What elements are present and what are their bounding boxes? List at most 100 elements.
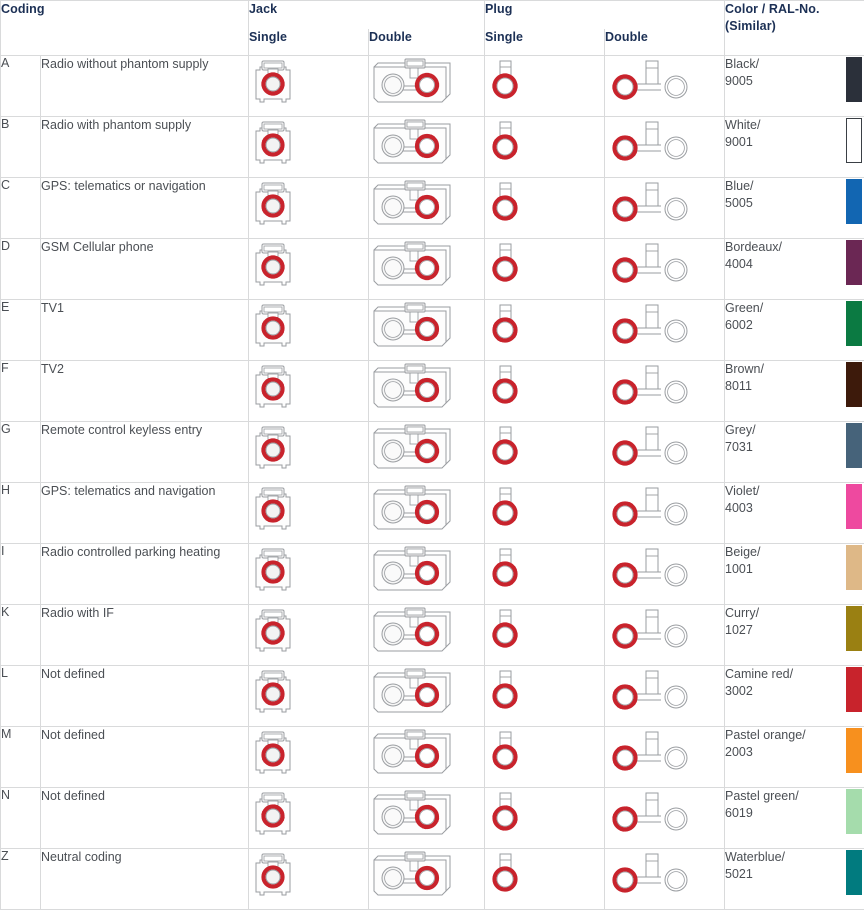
fakra-coding-table: Coding Jack Plug Color / RAL-No. (Simila… bbox=[0, 0, 864, 910]
cell-jack-single bbox=[248, 604, 369, 666]
row-description: Radio with IF bbox=[40, 604, 249, 666]
cell-jack-double bbox=[368, 482, 485, 544]
color-label: Waterblue/ 5021 bbox=[725, 849, 785, 883]
cell-plug-single bbox=[484, 238, 605, 300]
plug-double-connector-icon bbox=[612, 365, 688, 405]
plug-single-connector-icon bbox=[492, 548, 518, 587]
row-code: E bbox=[0, 299, 41, 361]
jack-double-connector-icon bbox=[373, 241, 451, 286]
table-row: G Remote control keyless entry Grey/ 703… bbox=[0, 421, 864, 483]
row-code: A bbox=[0, 55, 41, 117]
jack-double-connector-icon bbox=[373, 485, 451, 530]
plug-double-connector-icon bbox=[612, 487, 688, 527]
color-name: Grey/ bbox=[725, 423, 756, 437]
color-label: Pastel green/ 6019 bbox=[725, 788, 799, 822]
row-description: Radio without phantom supply bbox=[40, 55, 249, 117]
cell-jack-single bbox=[248, 665, 369, 727]
row-code: K bbox=[0, 604, 41, 666]
row-description: TV1 bbox=[40, 299, 249, 361]
plug-double-connector-icon bbox=[612, 609, 688, 649]
cell-color: Beige/ 1001 bbox=[724, 543, 864, 605]
table-row: L Not defined Camine red/ 3002 bbox=[0, 665, 864, 727]
jack-double-connector-icon bbox=[373, 607, 451, 652]
plug-double-connector-icon bbox=[612, 426, 688, 466]
cell-plug-double bbox=[603, 177, 726, 239]
color-ral: 9001 bbox=[725, 134, 753, 149]
color-swatch bbox=[846, 850, 863, 895]
plug-single-connector-icon bbox=[492, 304, 518, 343]
color-ral: 5005 bbox=[725, 195, 753, 210]
cell-jack-single bbox=[248, 726, 369, 788]
row-code: N bbox=[0, 787, 41, 849]
color-name: Brown/ bbox=[725, 362, 764, 376]
color-swatch bbox=[846, 118, 863, 163]
header-color-ral: Color / RAL-No. (Similar) bbox=[724, 0, 864, 56]
color-swatch bbox=[846, 667, 863, 712]
cell-jack-double bbox=[368, 787, 485, 849]
plug-double-connector-icon bbox=[612, 670, 688, 710]
color-ral: 7031 bbox=[725, 439, 753, 454]
jack-single-connector-icon bbox=[255, 60, 291, 103]
color-label: Green/ 6002 bbox=[725, 300, 763, 334]
row-code: L bbox=[0, 665, 41, 727]
color-name: Bordeaux/ bbox=[725, 240, 782, 254]
header-jack-single: Single bbox=[248, 28, 369, 56]
color-swatch bbox=[846, 789, 863, 834]
color-name: White/ bbox=[725, 118, 761, 132]
jack-single-connector-icon bbox=[255, 853, 291, 896]
cell-jack-single bbox=[248, 55, 369, 117]
table-row: A Radio without phantom supply Black/ 90… bbox=[0, 55, 864, 117]
jack-double-connector-icon bbox=[373, 729, 451, 774]
color-ral: 3002 bbox=[725, 683, 753, 698]
color-ral: 4004 bbox=[725, 256, 753, 271]
table-row: M Not defined Pastel orange/ 2003 bbox=[0, 726, 864, 788]
table-row: N Not defined Pastel green/ 6019 bbox=[0, 787, 864, 849]
plug-double-connector-icon bbox=[612, 304, 688, 344]
cell-jack-single bbox=[248, 116, 369, 178]
cell-plug-double bbox=[603, 482, 726, 544]
color-label: Violet/ 4003 bbox=[725, 483, 760, 517]
plug-single-connector-icon bbox=[492, 60, 518, 99]
table-row: H GPS: telematics and navigation Violet/… bbox=[0, 482, 864, 544]
cell-color: Green/ 6002 bbox=[724, 299, 864, 361]
color-name: Green/ bbox=[725, 301, 764, 315]
jack-double-connector-icon bbox=[373, 363, 451, 408]
color-label: White/ 9001 bbox=[725, 117, 760, 151]
color-swatch bbox=[846, 545, 863, 590]
plug-single-connector-icon bbox=[492, 426, 518, 465]
color-swatch bbox=[846, 301, 863, 346]
cell-color: Waterblue/ 5021 bbox=[724, 848, 864, 910]
plug-single-connector-icon bbox=[492, 792, 518, 831]
row-code: G bbox=[0, 421, 41, 483]
cell-jack-double bbox=[368, 177, 485, 239]
row-description: Not defined bbox=[40, 726, 249, 788]
plug-double-connector-icon bbox=[612, 731, 688, 771]
color-label: Camine red/ 3002 bbox=[725, 666, 793, 700]
color-name: Blue/ bbox=[725, 179, 754, 193]
cell-color: Curry/ 1027 bbox=[724, 604, 864, 666]
cell-jack-double bbox=[368, 726, 485, 788]
header-plug: Plug bbox=[483, 0, 726, 29]
row-description: GPS: telematics or navigation bbox=[40, 177, 249, 239]
cell-color: Pastel orange/ 2003 bbox=[724, 726, 864, 788]
cell-jack-single bbox=[248, 238, 369, 300]
cell-jack-single bbox=[248, 177, 369, 239]
header-color-line1: Color / RAL-No. bbox=[725, 2, 820, 16]
cell-plug-double bbox=[603, 238, 726, 300]
color-label: Beige/ 1001 bbox=[725, 544, 760, 578]
cell-plug-single bbox=[484, 55, 605, 117]
cell-jack-double bbox=[368, 604, 485, 666]
color-swatch bbox=[846, 179, 863, 224]
jack-double-connector-icon bbox=[373, 180, 451, 225]
table-row: K Radio with IF Curry/ 1027 bbox=[0, 604, 864, 666]
jack-double-connector-icon bbox=[373, 119, 451, 164]
color-name: Camine red/ bbox=[725, 667, 794, 681]
row-code: C bbox=[0, 177, 41, 239]
table-row: Z Neutral coding Waterblue/ 5021 bbox=[0, 848, 864, 910]
cell-plug-single bbox=[484, 604, 605, 666]
jack-single-connector-icon bbox=[255, 548, 291, 591]
color-label: Grey/ 7031 bbox=[725, 422, 756, 456]
jack-single-connector-icon bbox=[255, 670, 291, 713]
row-description: GSM Cellular phone bbox=[40, 238, 249, 300]
color-ral: 1001 bbox=[725, 561, 753, 576]
